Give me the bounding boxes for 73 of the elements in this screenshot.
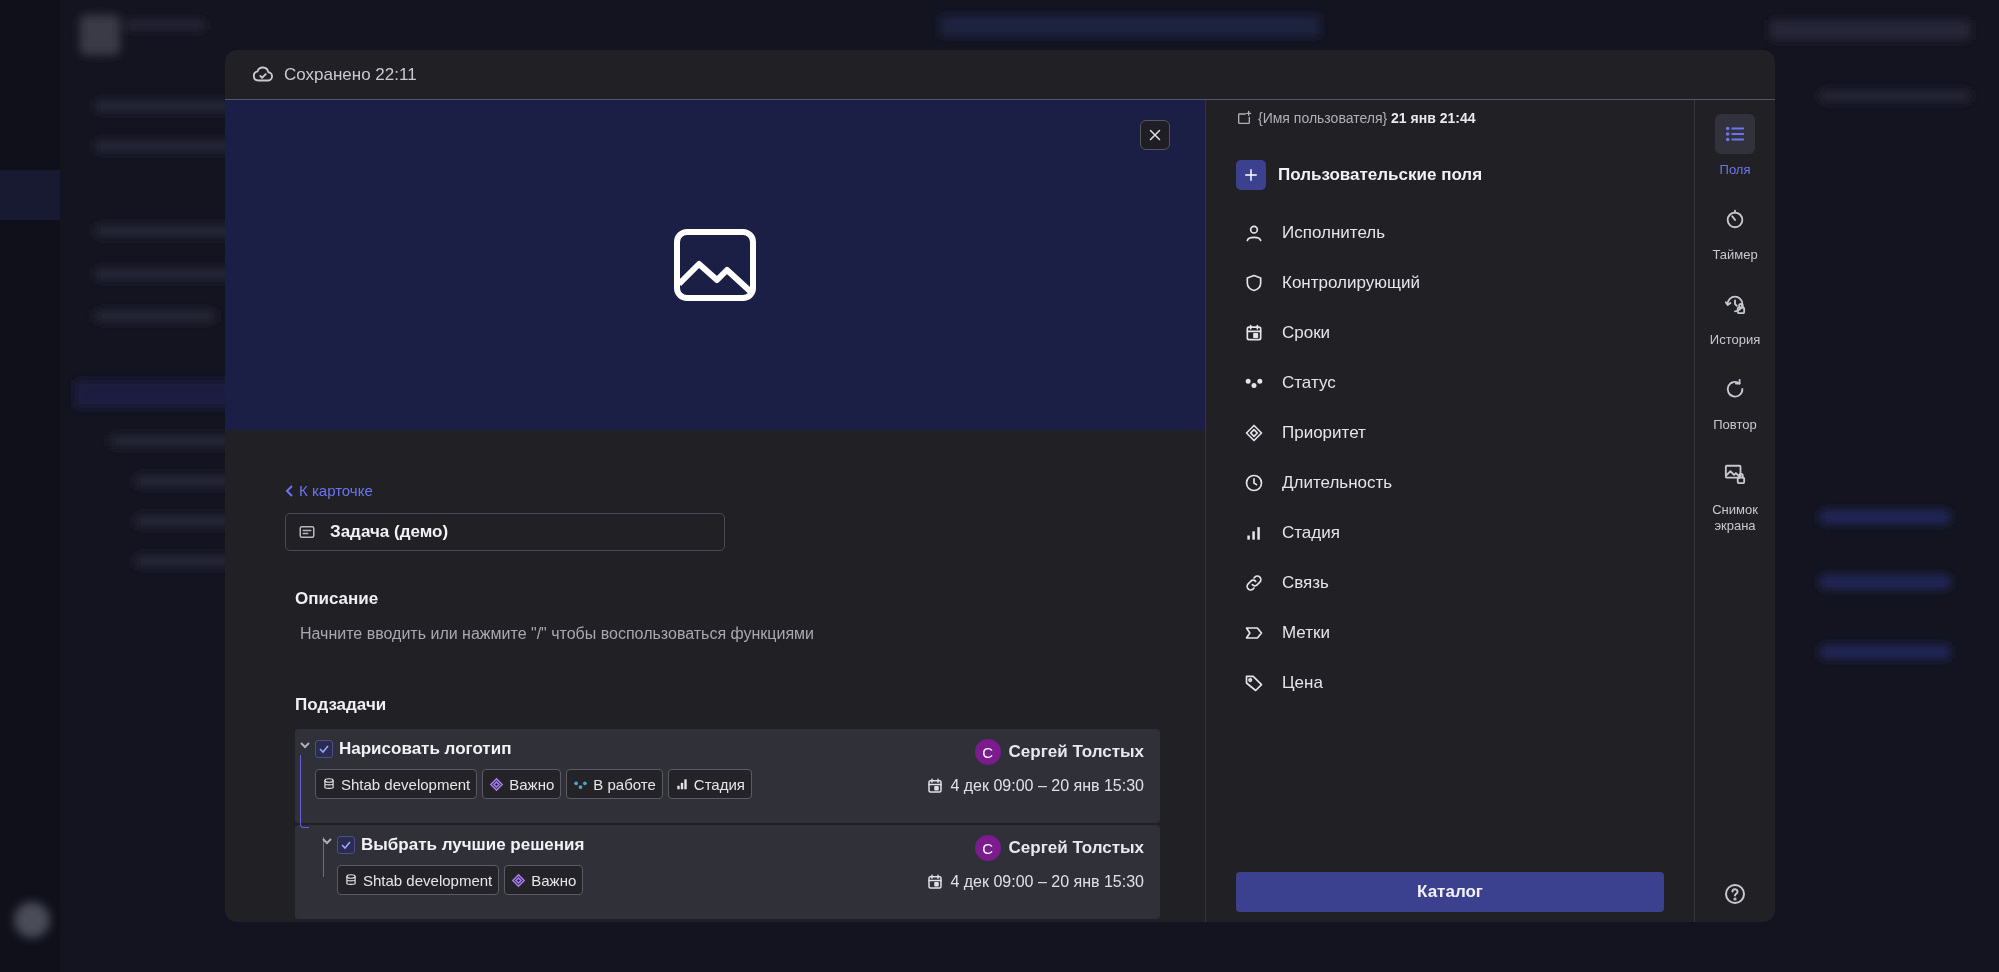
- checkbox[interactable]: [337, 836, 355, 854]
- chevron-left-icon: [285, 484, 295, 497]
- rail-tab[interactable]: Поля: [1696, 114, 1774, 178]
- person-icon: [1244, 223, 1264, 243]
- diamond-icon: [1244, 423, 1264, 443]
- date-range: 4 дек 09:00 – 20 янв 15:30: [950, 777, 1144, 795]
- database-icon: [344, 873, 358, 887]
- check-icon: [318, 743, 330, 755]
- custom-fields-button[interactable]: Пользовательские поля: [1236, 160, 1483, 190]
- rail-tab[interactable]: Повтор: [1696, 369, 1774, 433]
- rail-tab[interactable]: История: [1696, 284, 1774, 348]
- subtask-title: Выбрать лучшие решения: [361, 835, 585, 855]
- clock-icon: [1244, 473, 1264, 493]
- close-button[interactable]: [1140, 120, 1170, 150]
- tag-chip: Shtab development: [337, 865, 500, 895]
- check-icon: [340, 839, 352, 851]
- price-tag-icon: [1244, 673, 1264, 693]
- tag-chip: В работе: [566, 769, 663, 799]
- calendar-icon: [1244, 323, 1264, 343]
- description-field[interactable]: Начните вводить или нажмите "/" чтобы воспользоваться функциями: [300, 625, 1160, 643]
- date-range: 4 дек 09:00 – 20 янв 15:30: [950, 873, 1144, 891]
- field-item[interactable]: Стадия: [1236, 508, 1664, 558]
- bars-icon: [674, 777, 689, 791]
- diamond-icon: [511, 872, 527, 888]
- card-icon: [298, 523, 316, 541]
- timer-icon: [1724, 208, 1746, 230]
- created-info: {Имя пользователя} 21 янв 21:44: [1258, 110, 1476, 126]
- field-item[interactable]: Сроки: [1236, 308, 1664, 358]
- avatar: С: [974, 739, 1001, 765]
- subtask-card[interactable]: Нарисовать логотип Shtab development Важно В работе Стадия С Сергей Толстых 4 дек 09:00 – 20 янв 15:30: [295, 729, 1160, 823]
- repeat-icon: [1724, 378, 1746, 400]
- shield-icon: [1244, 273, 1264, 293]
- chevron-down-icon[interactable]: [321, 835, 333, 847]
- avatar: С: [974, 835, 1001, 861]
- image-lock-icon: [1724, 463, 1746, 485]
- field-item[interactable]: Связь: [1236, 558, 1664, 608]
- plus-icon: [1242, 166, 1260, 184]
- field-item[interactable]: Контролирующий: [1236, 258, 1664, 308]
- diamond-icon: [489, 776, 505, 792]
- field-item[interactable]: Исполнитель: [1236, 208, 1664, 258]
- field-item[interactable]: Приоритет: [1236, 408, 1664, 458]
- rail-tab[interactable]: Таймер: [1696, 199, 1774, 263]
- field-item[interactable]: Цена: [1236, 658, 1664, 708]
- calendar-icon: [926, 777, 945, 795]
- section-heading: Описание: [295, 589, 380, 609]
- link-icon: [1244, 573, 1264, 593]
- catalog-button[interactable]: Каталог: [1236, 872, 1664, 912]
- section-heading: Подзадачи: [295, 695, 388, 715]
- saved-status: Сохранено 22:11: [284, 64, 417, 85]
- subtask-card[interactable]: Выбрать лучшие решения Shtab development Важно С Сергей Толстых 4 дек 09:00 – 20 янв 15:30: [295, 825, 1160, 919]
- assignee-name: Сергей Толстых: [1008, 838, 1144, 858]
- blurred-avatar: [14, 902, 50, 938]
- checkbox[interactable]: [315, 740, 333, 758]
- calendar-plus-icon: [1236, 110, 1252, 126]
- tag-chip: Важно: [482, 769, 562, 799]
- field-item[interactable]: Статус: [1236, 358, 1664, 408]
- calendar-icon: [926, 873, 945, 891]
- field-item[interactable]: Длительность: [1236, 458, 1664, 508]
- task-title-field[interactable]: Задача (демо): [285, 513, 725, 551]
- blurred-logo: [80, 15, 120, 55]
- field-item[interactable]: Метки: [1236, 608, 1664, 658]
- tag-chip: Shtab development: [315, 769, 478, 799]
- tag-chip: Важно: [504, 865, 584, 895]
- help-icon: [1723, 882, 1747, 906]
- database-icon: [322, 777, 336, 791]
- rail-tab[interactable]: Снимок экрана: [1696, 454, 1774, 534]
- tag-chip: Стадия: [667, 769, 752, 799]
- assignee-name: Сергей Толстых: [1008, 742, 1144, 762]
- subtask-title: Нарисовать логотип: [339, 739, 512, 759]
- back-link[interactable]: К карточке: [285, 482, 373, 499]
- history-lock-icon: [1724, 293, 1746, 315]
- chevron-down-icon[interactable]: [299, 739, 311, 751]
- image-placeholder-icon: [673, 228, 757, 302]
